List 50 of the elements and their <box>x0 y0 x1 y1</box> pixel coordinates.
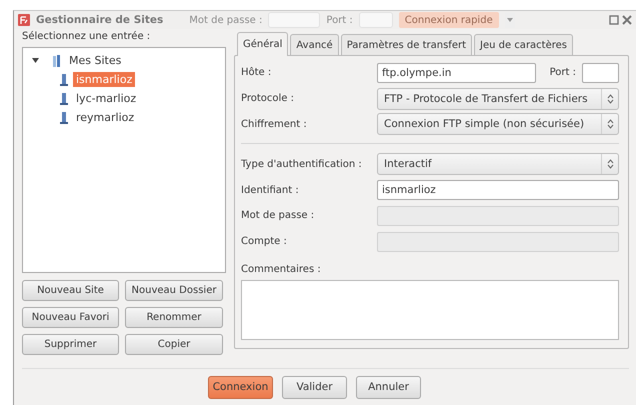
toolbar-label: Port : <box>326 14 353 26</box>
caret-icon <box>506 18 513 22</box>
server-icon <box>59 110 69 124</box>
field-label: Protocole : <box>241 93 295 104</box>
field-label: Port : <box>550 67 576 78</box>
site-action-button[interactable]: Renommer <box>125 307 223 328</box>
field-label: Mot de passe : <box>241 210 316 222</box>
port-field[interactable] <box>582 62 619 83</box>
dialog-button[interactable]: Connexion <box>208 376 273 398</box>
maximize-icon[interactable] <box>609 15 619 25</box>
tree-item[interactable]: lyc-marlioz <box>73 91 140 106</box>
tab[interactable]: Jeu de caractères <box>474 34 574 55</box>
app-icon <box>18 14 30 26</box>
toolbar-field[interactable] <box>358 12 393 28</box>
field-label: Type d'authentification : <box>241 158 363 170</box>
field-label: Compte : <box>241 236 288 248</box>
spinner-arrows-icon <box>606 159 614 170</box>
dropdown[interactable]: Interactif <box>377 153 619 176</box>
dialog-button[interactable]: Valider <box>282 376 347 398</box>
comments-field[interactable] <box>241 280 619 340</box>
field-label: Identifiant : <box>241 184 300 196</box>
tree-label: Sélectionnez une entrée : <box>22 31 152 42</box>
close-icon[interactable] <box>622 15 632 25</box>
dropdown[interactable]: FTP - Protocole de Transfert de Fichiers <box>377 88 619 110</box>
host-field[interactable]: ftp.olympe.in <box>377 62 536 83</box>
expand-arrow-icon[interactable] <box>31 56 40 65</box>
field-label: Commentaires : <box>241 264 322 276</box>
dialog-button[interactable]: Annuler <box>356 376 421 398</box>
dropdown[interactable]: Connexion FTP simple (non sécurisée) <box>377 113 619 136</box>
site-action-button[interactable]: Copier <box>125 334 223 355</box>
site-action-button[interactable]: Supprimer <box>22 334 119 355</box>
tab[interactable]: Général <box>237 32 288 56</box>
field-label: Hôte : <box>241 67 272 78</box>
site-action-button[interactable]: Nouveau Favori <box>22 307 119 328</box>
site-action-button[interactable]: Nouveau Site <box>22 280 119 301</box>
server-icon <box>59 92 69 106</box>
tab[interactable]: Paramètres de transfert <box>340 34 472 55</box>
tree-item[interactable]: reymarlioz <box>73 110 138 125</box>
tab[interactable]: Avancé <box>290 34 339 55</box>
text-field[interactable]: isnmarlioz <box>377 180 619 200</box>
spinner-arrows-icon <box>606 94 614 104</box>
spinner-arrows-icon <box>606 119 614 130</box>
window-title: Gestionnaire de Sites <box>36 14 164 26</box>
server-icon <box>59 72 69 86</box>
tree-item[interactable]: Mes Sites <box>66 53 124 68</box>
toolbar-label: Mot de passe : <box>189 14 262 26</box>
toolbar-field[interactable] <box>268 12 320 28</box>
site-action-button[interactable]: Nouveau Dossier <box>125 280 223 301</box>
field-label: Chiffrement : <box>241 118 308 130</box>
server-icon <box>52 54 62 68</box>
